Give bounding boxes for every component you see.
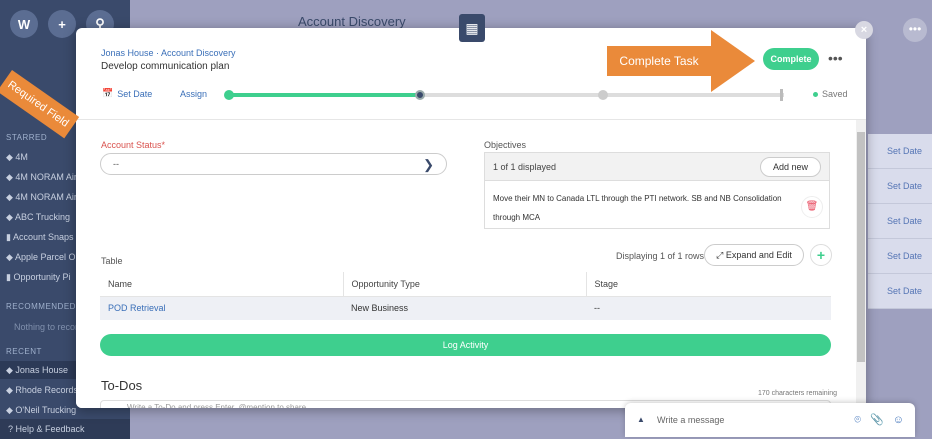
set-date-link[interactable]: Set Date <box>868 274 932 309</box>
table-label: Table <box>101 256 123 266</box>
chat-bar[interactable]: ▲ Write a message ⌾ 📎 ☺ <box>625 403 915 437</box>
callout-arrow-icon <box>711 30 755 92</box>
rows-count: Displaying 1 of 1 rows <box>616 251 705 261</box>
stage-dot-current[interactable] <box>415 90 425 100</box>
scrollbar-thumb[interactable] <box>857 132 865 362</box>
task-title: Develop communication plan <box>101 61 230 72</box>
close-icon[interactable]: × <box>855 21 873 39</box>
log-activity-button[interactable]: Log Activity <box>100 334 831 356</box>
chevron-up-icon[interactable]: ▲ <box>637 403 645 437</box>
modal-body: Account Status* -- ❯ Objectives 1 of 1 d… <box>76 120 856 408</box>
set-date-link[interactable]: Set Date <box>868 204 932 239</box>
set-date-button[interactable]: 📅 Set Date <box>102 88 152 99</box>
table-cell: -- <box>586 296 831 320</box>
right-panel: Set Date Set Date Set Date Set Date Set … <box>868 134 932 309</box>
complete-button[interactable]: Complete <box>763 48 819 70</box>
recent-heading: RECENT <box>6 347 42 356</box>
add-new-button[interactable]: Add new <box>759 157 821 177</box>
recommended-heading: RECOMMENDED <box>6 302 76 311</box>
assign-button[interactable]: Assign <box>180 89 207 99</box>
table-cell[interactable]: POD Retrieval <box>100 296 343 320</box>
expand-edit-button[interactable]: ⤢ Expand and Edit <box>704 244 804 266</box>
progress-track <box>224 89 784 101</box>
todos-heading: To-Dos <box>101 378 143 393</box>
help-feedback-link[interactable]: ? Help & Feedback <box>0 419 130 439</box>
stage-end <box>780 89 783 101</box>
objective-text: Move their MN to Canada LTL through the … <box>493 194 782 222</box>
app-logo-icon[interactable]: W <box>10 10 38 38</box>
starred-heading: STARRED <box>6 133 48 142</box>
scrollbar[interactable] <box>856 120 866 408</box>
account-status-select[interactable]: -- ❯ <box>100 153 447 175</box>
chars-remaining: 170 characters remaining <box>758 390 837 397</box>
grid-icon: ▦ <box>459 14 485 42</box>
column-header[interactable]: Name <box>100 272 344 297</box>
objectives-label: Objectives <box>484 140 527 150</box>
stage-dot[interactable] <box>224 90 234 100</box>
trash-icon[interactable]: 🗑 <box>801 196 823 218</box>
objectives-count: 1 of 1 displayed <box>493 162 557 172</box>
expand-icon: ⤢ <box>716 250 724 260</box>
column-header[interactable]: Opportunity Type <box>343 272 587 297</box>
chat-actions[interactable]: ⌾ 📎 ☺ <box>854 403 907 437</box>
progress-fill <box>228 93 420 97</box>
breadcrumb[interactable]: Jonas House · Account Discovery <box>101 48 236 58</box>
stage-dot[interactable] <box>598 90 608 100</box>
add-row-button[interactable]: + <box>810 244 832 266</box>
column-header[interactable]: Stage <box>586 272 831 297</box>
chat-input[interactable]: Write a message <box>657 415 724 425</box>
table-cell: New Business <box>343 296 586 320</box>
page-title: Account Discovery <box>298 14 406 29</box>
objectives-box: 1 of 1 displayed Add new Move their MN t… <box>484 152 830 229</box>
account-status-label: Account Status* <box>101 140 166 150</box>
set-date-link[interactable]: Set Date <box>868 134 932 169</box>
opportunity-table: Name Opportunity Type Stage POD Retrieva… <box>100 272 831 320</box>
chevron-right-icon: ❯ <box>423 157 434 172</box>
more-options-icon[interactable]: ••• <box>903 18 927 42</box>
complete-task-callout: Complete Task <box>607 46 711 76</box>
add-icon[interactable]: + <box>48 10 76 38</box>
set-date-link[interactable]: Set Date <box>868 239 932 274</box>
calendar-icon: 📅 <box>102 88 114 98</box>
more-icon[interactable]: ••• <box>828 50 843 66</box>
set-date-link[interactable]: Set Date <box>868 169 932 204</box>
saved-status: Saved <box>813 89 848 99</box>
table-row[interactable]: POD Retrieval New Business -- <box>100 296 831 320</box>
